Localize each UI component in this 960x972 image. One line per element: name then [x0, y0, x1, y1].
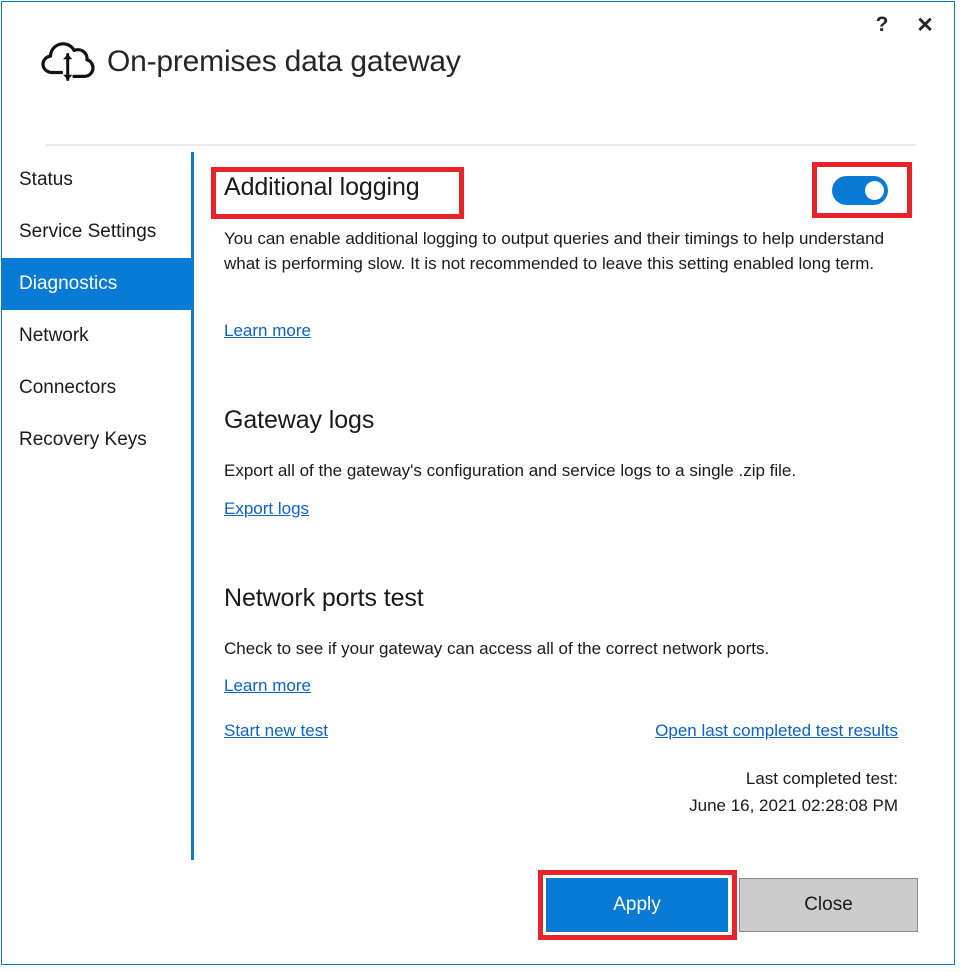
sidebar-item-label: Recovery Keys [19, 429, 147, 451]
sidebar-item-recovery-keys[interactable]: Recovery Keys [2, 414, 192, 466]
sidebar-item-label: Network [19, 325, 89, 347]
export-logs-link[interactable]: Export logs [224, 499, 309, 519]
gateway-logs-title: Gateway logs [224, 407, 374, 435]
network-ports-learn-more-link[interactable]: Learn more [224, 676, 311, 696]
sidebar-divider [191, 152, 194, 860]
sidebar-item-status[interactable]: Status [2, 154, 192, 206]
sidebar-nav: Status Service Settings Diagnostics Netw… [2, 154, 192, 466]
additional-logging-title: Additional logging [224, 174, 420, 202]
cloud-upload-download-icon [38, 30, 98, 90]
help-icon[interactable]: ? [865, 10, 899, 40]
additional-logging-description: You can enable additional logging to out… [224, 226, 914, 276]
sidebar-item-service-settings[interactable]: Service Settings [2, 206, 192, 258]
network-ports-test-description: Check to see if your gateway can access … [224, 636, 769, 661]
open-last-test-results-link[interactable]: Open last completed test results [655, 721, 898, 741]
page-title: On-premises data gateway [107, 45, 461, 79]
sidebar-item-network[interactable]: Network [2, 310, 192, 362]
gateway-settings-window: On-premises data gateway ? ✕ Status Serv… [1, 1, 955, 965]
sidebar-item-label: Status [19, 169, 73, 191]
last-completed-test-timestamp: June 16, 2021 02:28:08 PM [689, 792, 898, 819]
gateway-logs-description: Export all of the gateway's configuratio… [224, 458, 796, 483]
sidebar-item-label: Connectors [19, 377, 116, 399]
additional-logging-learn-more-link[interactable]: Learn more [224, 321, 311, 341]
close-icon[interactable]: ✕ [908, 10, 942, 40]
last-completed-test-info: Last completed test: June 16, 2021 02:28… [689, 765, 898, 819]
last-completed-test-label: Last completed test: [689, 765, 898, 792]
sidebar-item-label: Diagnostics [19, 273, 117, 295]
sidebar-item-label: Service Settings [19, 221, 156, 243]
toggle-knob [865, 181, 884, 200]
header-divider [46, 144, 916, 146]
toggle-track[interactable] [832, 176, 888, 205]
network-ports-test-title: Network ports test [224, 585, 424, 613]
window-titlebar: On-premises data gateway ? ✕ [2, 2, 954, 120]
additional-logging-toggle[interactable] [832, 176, 888, 205]
apply-button[interactable]: Apply [546, 878, 728, 932]
close-button[interactable]: Close [739, 878, 918, 932]
start-new-test-link[interactable]: Start new test [224, 721, 328, 741]
sidebar-item-connectors[interactable]: Connectors [2, 362, 192, 414]
sidebar-item-diagnostics[interactable]: Diagnostics [2, 258, 192, 310]
